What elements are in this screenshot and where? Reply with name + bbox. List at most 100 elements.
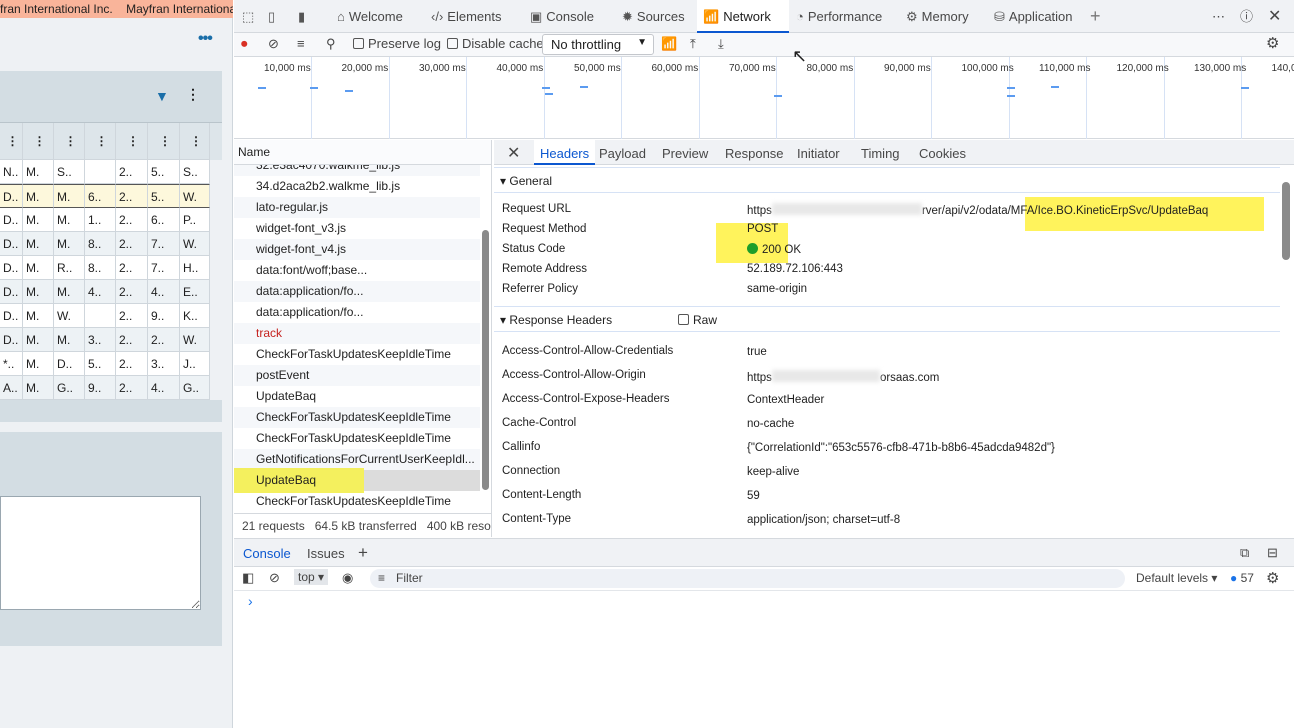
grid-cell[interactable]: 4.. [148,376,180,400]
grid-cell[interactable]: 2.. [116,352,148,376]
general-section-header[interactable]: ▾ General [494,167,1280,193]
more-tools-icon[interactable]: ⋯ [1212,0,1225,33]
sidebar-toggle-icon[interactable]: ◧ [242,570,254,586]
raw-checkbox[interactable]: Raw [678,307,717,333]
response-headers-section-header[interactable]: ▾ Response Headers Raw [494,306,1280,332]
tab-console[interactable]: ▣ Console [524,0,615,33]
request-row[interactable]: track [234,323,480,344]
grid-cell[interactable]: W. [54,304,85,328]
tab-sources[interactable]: ✹ Sources [616,0,696,33]
request-row[interactable]: data:application/fo... [234,302,480,323]
inspect-icon[interactable]: ⬚ [242,0,254,33]
request-row[interactable]: 34.d2aca2b2.walkme_lib.js [234,176,480,197]
grid-cell[interactable]: M. [23,232,54,256]
grid-cell[interactable]: R.. [54,256,85,280]
grid-cell[interactable]: 2.. [116,256,148,280]
request-row[interactable]: GetNotificationsForCurrentUserKeepIdl... [234,449,480,470]
grid-cell[interactable]: W. [180,184,210,208]
tab-payload[interactable]: Payload [599,140,646,165]
tab-headers[interactable]: Headers [534,140,596,165]
request-row[interactable]: CheckForTaskUpdatesKeepIdleTime [234,344,480,365]
tab-issues[interactable]: Issues [307,539,345,564]
import-har-icon[interactable]: ⤒ [690,36,696,52]
grid-cell[interactable]: M. [54,232,85,256]
grid-cell[interactable]: 5.. [148,184,180,208]
preserve-log-checkbox[interactable]: Preserve log [353,36,441,51]
grid-cell[interactable]: 6.. [148,208,180,232]
grid-cell[interactable]: M. [54,328,85,352]
help-icon[interactable]: ⓘ [1240,0,1253,33]
console-prompt[interactable]: › [248,593,253,609]
company-tab[interactable]: Mayfran International [126,2,233,16]
grid-cell[interactable]: S.. [54,160,85,184]
grid-cell[interactable]: 7.. [148,256,180,280]
device-toggle-icon[interactable]: ▯ [268,0,275,33]
log-levels-select[interactable]: Default levels ▾ [1136,571,1217,585]
grid-cell[interactable]: 3.. [148,352,180,376]
grid-cell[interactable]: 2.. [116,184,148,208]
request-row[interactable]: UpdateBaq [234,470,480,491]
request-row[interactable]: lato-regular.js [234,197,480,218]
grid-cell[interactable]: N.. [0,160,23,184]
grid-cell[interactable]: W. [180,232,210,256]
record-icon[interactable]: ⏺ [241,36,248,52]
grid-cell[interactable]: M. [23,328,54,352]
grid-cell[interactable]: 3.. [85,328,116,352]
grid-cell[interactable]: 5.. [148,160,180,184]
request-row[interactable]: data:font/woff;base... [234,260,480,281]
more-icon[interactable]: ••• [198,30,213,48]
tab-elements[interactable]: ‹/› Elements [425,0,523,33]
network-conditions-icon[interactable]: 📶 [661,36,677,52]
grid-cell[interactable]: 1.. [85,208,116,232]
detail-scrollbar[interactable] [1282,182,1290,260]
filter-icon[interactable]: ≡ [297,36,305,51]
request-row[interactable]: data:application/fo... [234,281,480,302]
request-list-scrollbar[interactable] [482,230,489,490]
grid-cell[interactable]: 2.. [116,208,148,232]
add-tab-icon[interactable]: + [1090,0,1101,33]
grid-cell[interactable]: D.. [0,304,23,328]
grid-cell[interactable]: M. [23,160,54,184]
request-row[interactable]: widget-font_v3.js [234,218,480,239]
settings-icon[interactable]: ⚙ [1266,34,1279,52]
column-menu-icon[interactable]: ⋮ [116,123,148,160]
tab-performance[interactable]: ◔ Performance [790,0,900,33]
grid-cell[interactable]: M. [23,376,54,400]
export-har-icon[interactable]: ⤓ [718,36,724,52]
request-row[interactable]: CheckForTaskUpdatesKeepIdleTime [234,491,480,512]
column-menu-icon[interactable]: ⋮ [180,123,210,160]
tab-console[interactable]: Console [243,539,291,564]
grid-cell[interactable]: *.. [0,352,23,376]
grid-cell[interactable]: M. [23,280,54,304]
grid-cell[interactable]: D.. [0,184,23,208]
grid-cell[interactable]: H.. [180,256,210,280]
request-row[interactable]: UpdateBaq [234,386,480,407]
grid-cell[interactable] [85,304,116,328]
eye-icon[interactable]: ◉ [342,570,353,586]
grid-cell[interactable]: 9.. [148,304,180,328]
tab-application[interactable]: ⛁ Application [988,0,1088,33]
grid-cell[interactable]: M. [23,184,54,208]
tab-network[interactable]: 📶 Network [697,0,789,33]
search-icon[interactable]: ⚲ [326,36,336,52]
name-column-header[interactable]: Name [234,140,491,165]
close-devtools-icon[interactable]: ✕ [1268,0,1281,33]
grid-cell[interactable]: M. [23,304,54,328]
grid-cell[interactable]: D.. [0,280,23,304]
grid-cell[interactable]: 2.. [116,376,148,400]
tab-welcome[interactable]: ⌂ Welcome [331,0,423,33]
issues-counter[interactable]: ● 57 [1230,571,1254,585]
company-tab[interactable]: fran International Inc. [0,2,113,16]
tab-response[interactable]: Response [725,140,784,165]
tab-cookies[interactable]: Cookies [919,140,966,165]
timeline-overview[interactable]: 10,000 ms 20,000 ms 30,000 ms 40,000 ms 50,0… [234,57,1294,139]
tab-preview[interactable]: Preview [662,140,708,165]
grid-cell[interactable]: G.. [180,376,210,400]
grid-cell[interactable]: 8.. [85,256,116,280]
grid-cell[interactable]: M. [54,280,85,304]
grid-cell[interactable]: D.. [0,208,23,232]
grid-cell[interactable]: S.. [180,160,210,184]
clear-icon[interactable]: ⊘ [268,36,279,52]
column-menu-icon[interactable]: ⋮ [148,123,180,160]
grid-cell[interactable]: 4.. [148,280,180,304]
